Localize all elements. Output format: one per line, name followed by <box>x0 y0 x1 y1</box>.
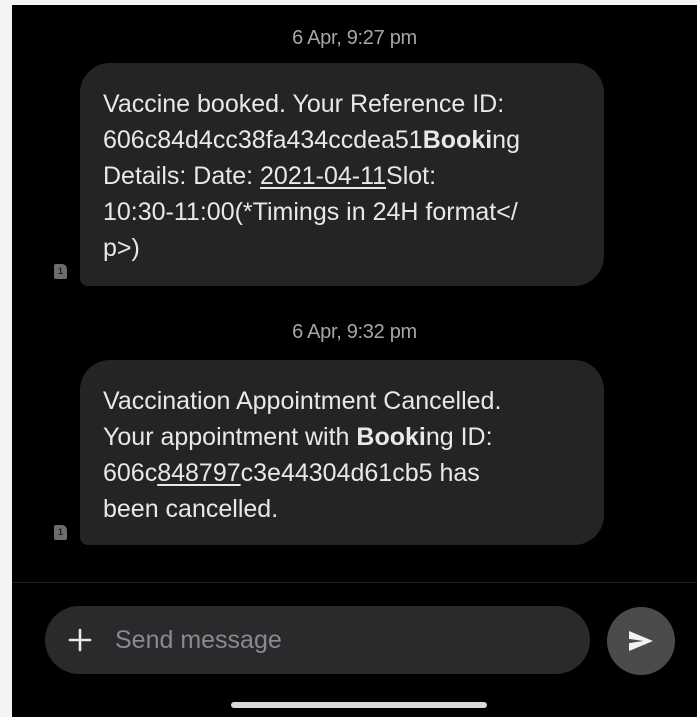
message-line: Your appointment with Booking ID: <box>103 419 582 455</box>
message-text-segment: Vaccine booked. Your Reference ID: <box>103 90 505 118</box>
message-text-segment: Booki <box>422 126 493 154</box>
message-text-segment: 606c84d4cc38fa434ccdea51 <box>103 126 423 154</box>
sim-card-icon: 1 <box>54 264 67 279</box>
message-text-segment: Booki <box>356 423 426 451</box>
message-text-segment: Vaccination Appointment Cancelled. <box>103 387 502 415</box>
send-arrow-icon <box>629 631 653 651</box>
message-text-segment: 606c <box>103 459 158 487</box>
message-line: p>) <box>103 230 582 266</box>
message-text-segment: p>) <box>103 234 140 262</box>
plus-icon[interactable] <box>65 625 95 655</box>
message-text-segment: ng ID: <box>425 423 493 451</box>
message-line: been cancelled. <box>103 491 582 527</box>
message-text-segment: ng <box>492 126 520 154</box>
message-line: 10:30-11:00(*Timings in 24H format</ <box>103 194 582 230</box>
send-button[interactable] <box>607 607 675 675</box>
message-line: 606c84d4cc38fa434ccdea51Booking <box>103 122 582 158</box>
composer-divider <box>12 582 697 583</box>
message-line: Details: Date: 2021-04-11Slot: <box>103 158 582 194</box>
home-indicator[interactable] <box>231 702 487 708</box>
message-bubble-booking[interactable]: Vaccine booked. Your Reference ID: 606c84… <box>80 63 604 286</box>
message-link[interactable]: 2021-04-11 <box>260 162 386 190</box>
message-text: Vaccine booked. Your Reference ID: 606c84… <box>103 86 582 266</box>
messages-screen: 6 Apr, 9:27 pm Vaccine booked. Your Refe… <box>12 5 697 717</box>
message-line: Vaccine booked. Your Reference ID: <box>103 86 582 122</box>
sim-card-icon: 1 <box>54 525 67 540</box>
message-text-segment: 10:30-11:00(*Timings in 24H format</ <box>103 198 518 226</box>
message-text-segment: Details: Date: <box>103 162 261 190</box>
message-timestamp: 6 Apr, 9:32 pm <box>292 321 417 343</box>
message-text-segment: Your appointment with <box>103 423 357 451</box>
message-bubble-cancellation[interactable]: Vaccination Appointment Cancelled. Your a… <box>80 360 604 545</box>
message-line: 606c848797c3e44304d61cb5 has <box>103 455 582 491</box>
message-timestamp: 6 Apr, 9:27 pm <box>292 27 417 49</box>
message-text: Vaccination Appointment Cancelled. Your a… <box>103 383 582 527</box>
send-message-input[interactable] <box>113 624 590 656</box>
message-line: Vaccination Appointment Cancelled. <box>103 383 582 419</box>
message-text-segment: Slot: <box>386 162 437 190</box>
message-text-segment: been cancelled. <box>103 495 279 523</box>
message-link[interactable]: 848797 <box>157 459 240 487</box>
message-composer <box>45 606 590 674</box>
message-text-segment: c3e44304d61cb5 has <box>240 459 480 487</box>
